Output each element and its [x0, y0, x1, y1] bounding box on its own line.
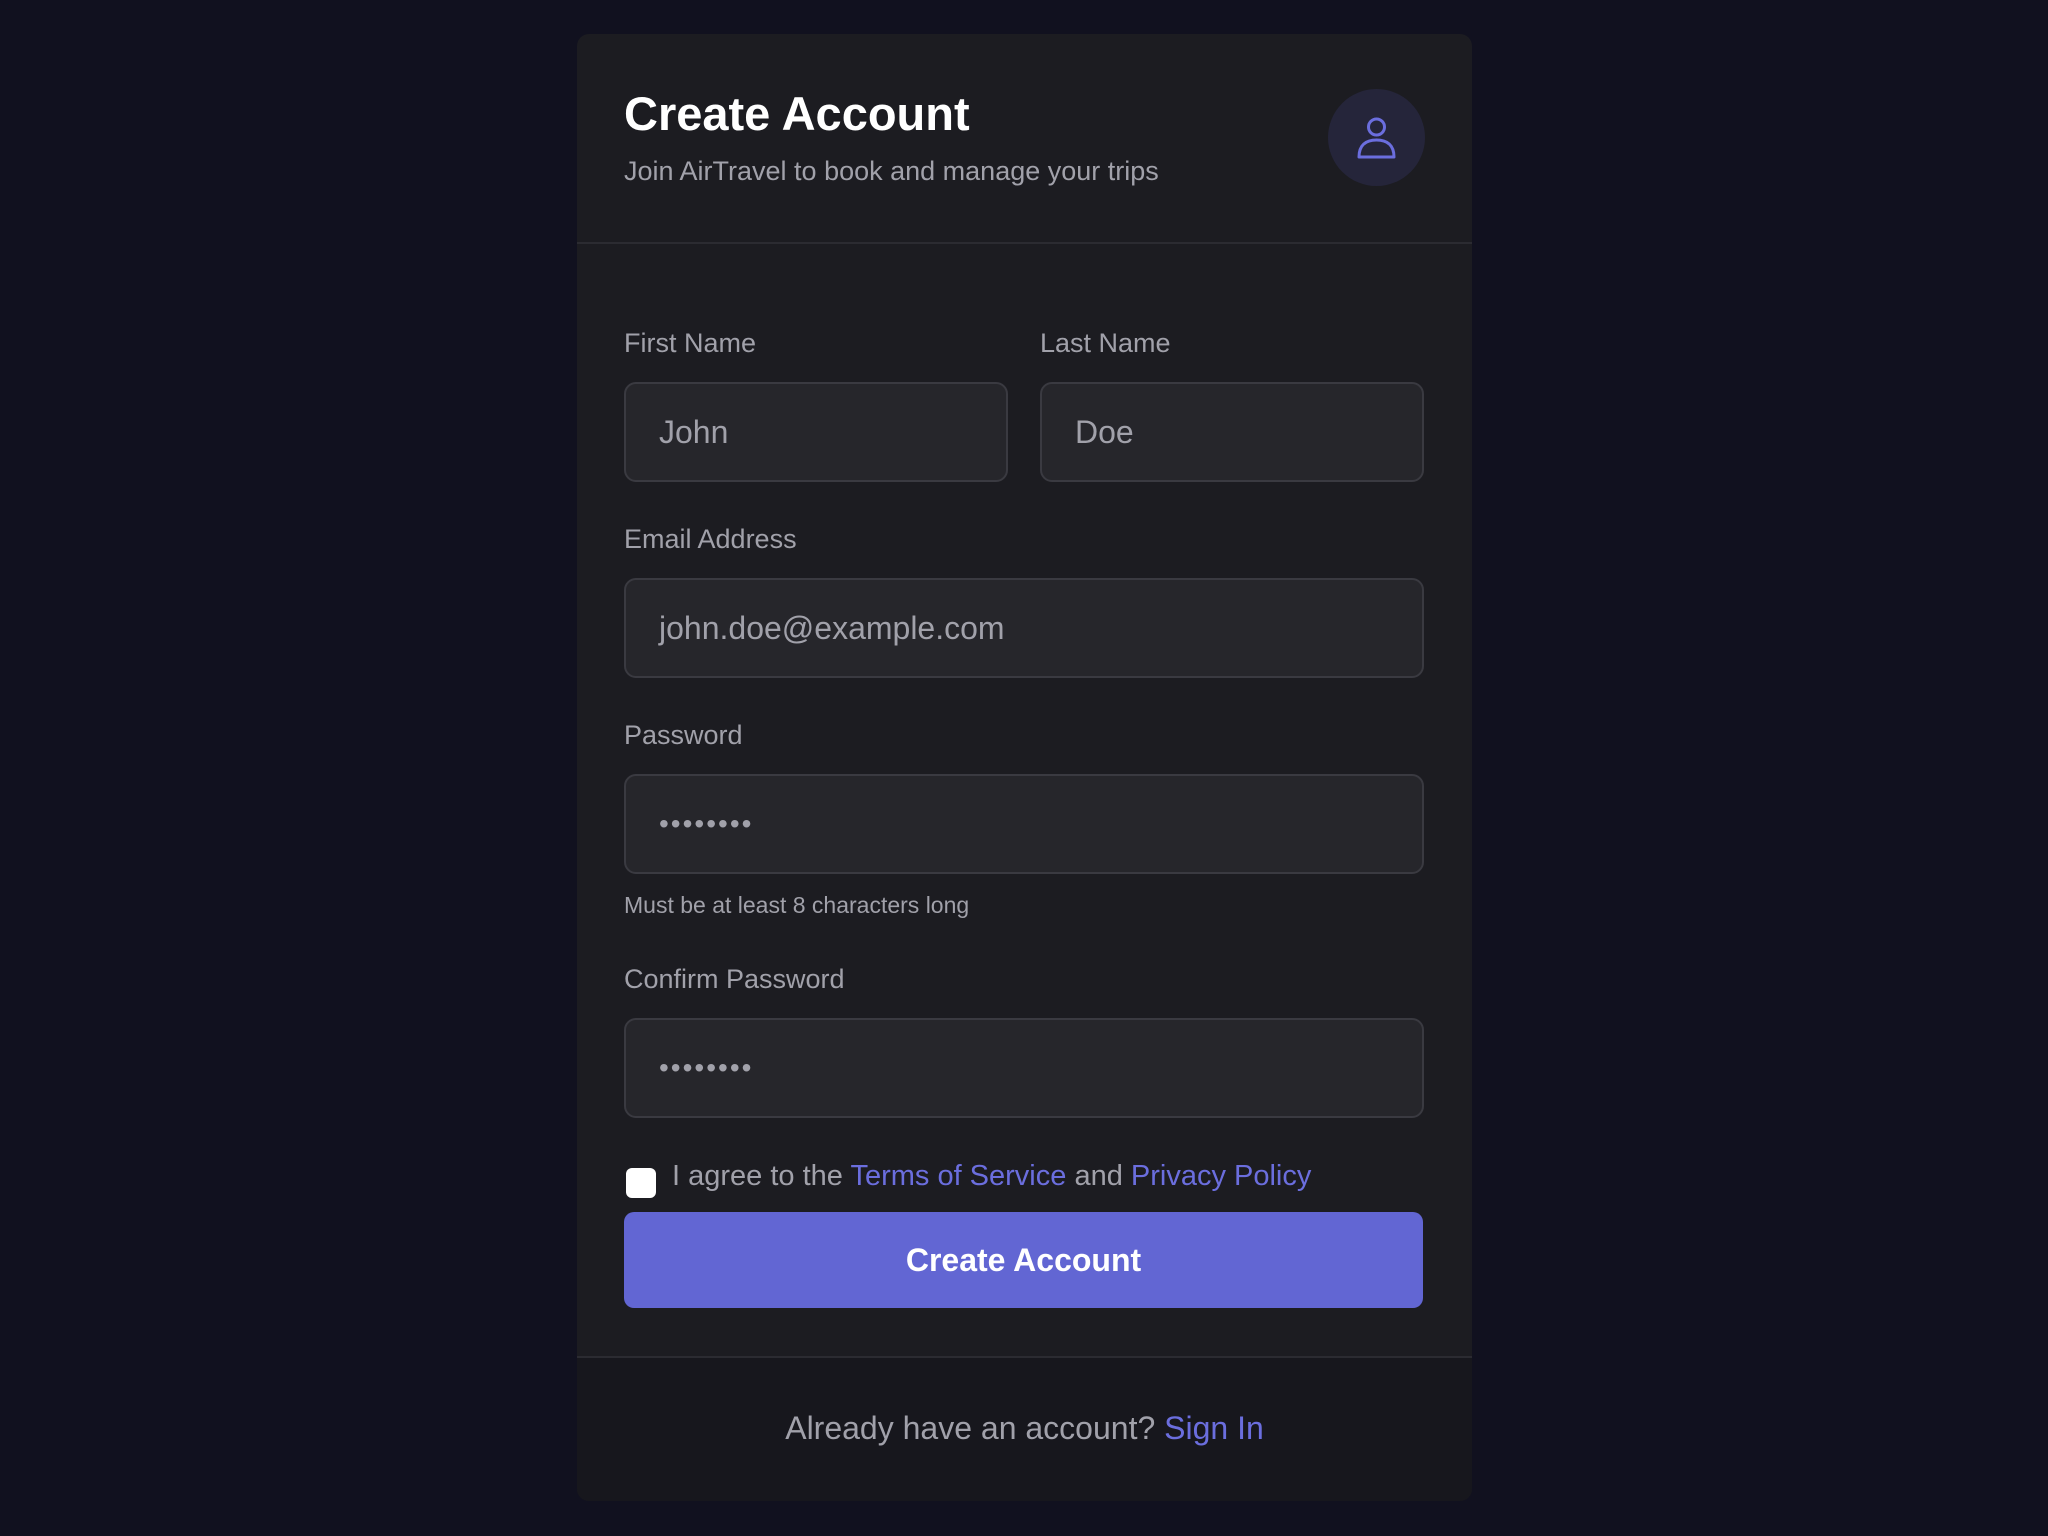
user-icon: [1357, 117, 1396, 159]
card-footer: Already have an account? Sign In: [577, 1356, 1472, 1501]
password-input[interactable]: ••••••••: [624, 774, 1424, 874]
create-account-button[interactable]: Create Account: [624, 1212, 1423, 1308]
confirm-password-label: Confirm Password: [624, 964, 845, 994]
avatar: [1328, 89, 1425, 186]
page-title: Create Account: [624, 87, 970, 140]
sign-in-prompt: Already have an account? Sign In: [577, 1410, 1472, 1447]
sign-in-link[interactable]: Sign In: [1164, 1410, 1264, 1446]
terms-agreement: I agree to the Terms of Service and Priv…: [672, 1160, 1311, 1193]
last-name-input[interactable]: Doe: [1040, 382, 1424, 482]
sign-in-prompt-text: Already have an account?: [785, 1410, 1165, 1446]
confirm-password-input[interactable]: ••••••••: [624, 1018, 1424, 1118]
signup-card: Create Account Join AirTravel to book an…: [577, 34, 1472, 1501]
terms-of-service-link[interactable]: Terms of Service: [850, 1160, 1066, 1192]
terms-middle: and: [1066, 1160, 1131, 1192]
email-input[interactable]: john.doe@example.com: [624, 578, 1424, 678]
terms-checkbox[interactable]: [626, 1168, 656, 1198]
first-name-label: First Name: [624, 328, 757, 358]
last-name-label: Last Name: [1040, 328, 1171, 358]
terms-prefix: I agree to the: [672, 1160, 851, 1192]
privacy-policy-link[interactable]: Privacy Policy: [1131, 1160, 1312, 1192]
page-subtitle: Join AirTravel to book and manage your t…: [624, 156, 1159, 186]
email-label: Email Address: [624, 524, 797, 554]
password-hint: Must be at least 8 characters long: [624, 892, 970, 918]
first-name-input[interactable]: John: [624, 382, 1008, 482]
password-label: Password: [624, 720, 743, 750]
card-header: Create Account Join AirTravel to book an…: [577, 34, 1472, 244]
